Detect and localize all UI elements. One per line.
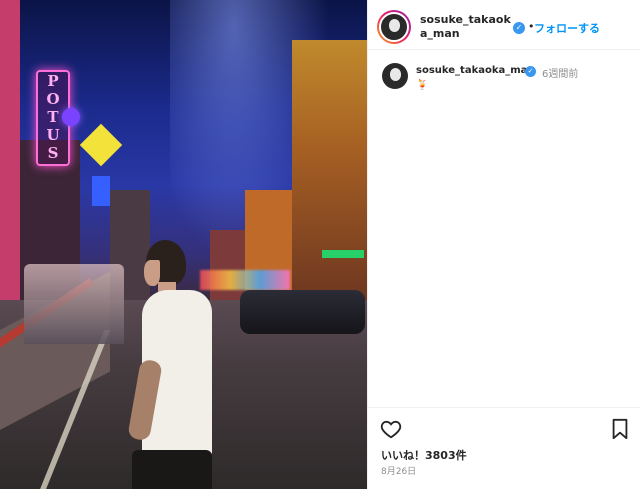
blue-sign bbox=[92, 176, 110, 206]
avatar[interactable] bbox=[379, 12, 409, 42]
verified-badge-icon: ✓ bbox=[525, 66, 536, 77]
sign-letter: O bbox=[46, 90, 60, 108]
caption-timestamp[interactable]: 6週間前 bbox=[542, 65, 578, 80]
heart-icon[interactable] bbox=[380, 418, 402, 440]
sign-letter: S bbox=[47, 144, 59, 162]
post-photo[interactable]: P O T U S bbox=[0, 0, 367, 489]
post-header: sosuke_takaoka_man ✓ • フォローする bbox=[368, 0, 640, 50]
sign-letter: U bbox=[46, 126, 60, 144]
bookmark-icon[interactable] bbox=[610, 418, 630, 440]
person-pants bbox=[132, 450, 212, 489]
building-left bbox=[0, 0, 20, 300]
follow-button[interactable]: フォローする bbox=[534, 20, 600, 36]
person-in-white-shirt bbox=[127, 240, 218, 489]
post-date[interactable]: 8月26日 bbox=[381, 464, 416, 477]
likes-count[interactable]: いいね！3803件 bbox=[381, 447, 467, 463]
sign-letter: P bbox=[47, 72, 59, 90]
caption-avatar[interactable] bbox=[382, 63, 408, 89]
building-right bbox=[292, 40, 367, 310]
yellow-diamond-sign bbox=[79, 123, 123, 167]
caption-username[interactable]: sosuke_takaoka_man bbox=[416, 65, 535, 76]
caption-text: 🍹 bbox=[416, 80, 429, 91]
verified-badge-icon: ✓ bbox=[513, 22, 525, 34]
post-side-panel: sosuke_takaoka_man ✓ • フォローする sosuke_tak… bbox=[367, 0, 640, 489]
actions-bar: いいね！3803件 8月26日 bbox=[368, 407, 640, 489]
neon-palm-sign bbox=[62, 108, 80, 126]
green-sign bbox=[322, 250, 364, 258]
story-ring[interactable] bbox=[377, 10, 411, 44]
instagram-post-embed: P O T U S sosuke_takaoka_man ✓ • フォローする … bbox=[0, 0, 640, 489]
header-username[interactable]: sosuke_takaoka_man bbox=[420, 13, 514, 41]
caption-row: sosuke_takaoka_man ✓ 6週間前 🍹 bbox=[368, 56, 640, 96]
parked-motorbikes bbox=[240, 290, 365, 334]
crowd bbox=[24, 264, 124, 344]
